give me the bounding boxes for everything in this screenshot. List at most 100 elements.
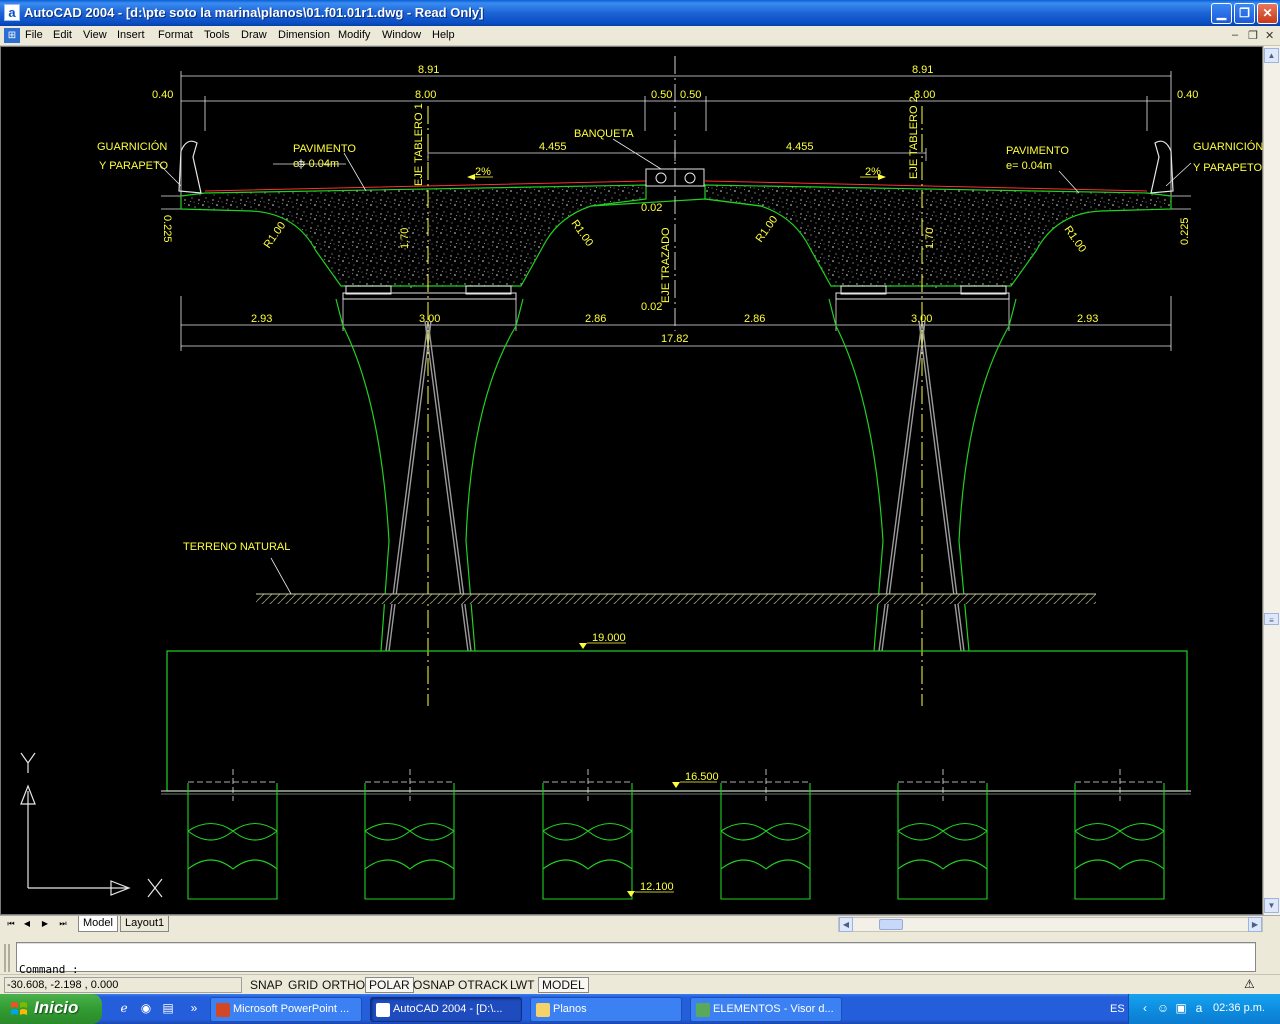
messenger-icon[interactable]: ☺ [1155, 1001, 1171, 1017]
command-line[interactable]: Command : [16, 942, 1256, 976]
powerpoint-icon [216, 1003, 230, 1017]
autocad-tray-icon[interactable]: a [1191, 1001, 1207, 1017]
lwt-toggle[interactable]: LWT [506, 977, 538, 993]
radius-right-1: R1.00 [754, 214, 781, 245]
last-tab-button[interactable]: ⏭ [56, 917, 70, 931]
menu-format[interactable]: Format [158, 29, 193, 41]
restore-button[interactable]: ❐ [1234, 3, 1255, 24]
menu-edit[interactable]: Edit [53, 29, 72, 41]
menu-window[interactable]: Window [382, 29, 421, 41]
dim-800-left: 8.00 [415, 89, 436, 101]
clock: 02:36 p.m. [1213, 1002, 1265, 1014]
dim-4455-left: 4.455 [539, 141, 567, 153]
task-planos[interactable]: Planos [530, 997, 682, 1022]
osnap-toggle[interactable]: OSNAP [409, 977, 459, 993]
prev-tab-button[interactable]: ◀ [20, 917, 34, 931]
dim-040-left: 0.40 [152, 89, 173, 101]
parapet-left [178, 140, 202, 194]
dim-891-left: 8.91 [418, 64, 439, 76]
task-powerpoint[interactable]: Microsoft PowerPoint ... [210, 997, 362, 1022]
next-tab-button[interactable]: ▶ [38, 917, 52, 931]
dim-4455-right: 4.455 [786, 141, 814, 153]
network-icon[interactable]: ▣ [1173, 1001, 1189, 1017]
elevation-12100: 12.100 [640, 881, 674, 893]
dim-total: 17.82 [661, 333, 689, 345]
tab-layout1[interactable]: Layout1 [120, 916, 170, 932]
command-grip[interactable] [4, 944, 10, 972]
menu-view[interactable]: View [83, 29, 107, 41]
scroll-thumb[interactable]: ≡ [1264, 613, 1279, 625]
layout-tabs-row: ⏮ ◀ ▶ ⏭ Model Layout1 ◀ ▶ [0, 915, 1280, 932]
tab-model[interactable]: Model [78, 916, 118, 932]
coordinate-display[interactable]: -30.608, -2.198 , 0.000 [4, 977, 242, 993]
menu-draw[interactable]: Draw [241, 29, 267, 41]
menu-file[interactable]: File [25, 29, 43, 41]
label-eje-trazado: EJE TRAZADO [660, 227, 672, 303]
taskbar: Inicio ℯ ◉ ▤ » Microsoft PowerPoint ... … [0, 994, 1280, 1024]
folder-icon [536, 1003, 550, 1017]
radius-right-2: R1.00 [1062, 224, 1089, 255]
scroll-down-button[interactable]: ▼ [1264, 898, 1279, 913]
start-button[interactable]: Inicio [0, 994, 102, 1024]
quicklaunch-expand-icon[interactable]: » [186, 1001, 202, 1017]
task-autocad[interactable]: AutoCAD 2004 - [D:\... [370, 997, 522, 1022]
dim-170-left: 1.70 [399, 228, 411, 249]
grid-toggle[interactable]: GRID [284, 977, 322, 993]
menu-insert[interactable]: Insert [117, 29, 145, 41]
menu-modify[interactable]: Modify [338, 29, 370, 41]
horizontal-scrollbar[interactable]: ◀ ▶ [838, 917, 1263, 932]
menu-bar: ⊞ File Edit View Insert Format Tools Dra… [0, 26, 1280, 46]
dim-286-left: 2.86 [585, 313, 606, 325]
bearings [342, 285, 1010, 300]
radius-left-2: R1.00 [569, 218, 596, 249]
label-eje-tablero-2: EJE TABLERO 2 [908, 96, 920, 179]
doc-minimize-button[interactable]: – [1232, 29, 1238, 41]
dim-300-left: 3.00 [419, 313, 440, 325]
menu-help[interactable]: Help [432, 29, 455, 41]
slope-right: 2% [865, 166, 881, 178]
doc-close-button[interactable]: ✕ [1265, 29, 1274, 42]
scroll-right-button[interactable]: ▶ [1248, 917, 1262, 932]
task-elementos-visor[interactable]: ELEMENTOS - Visor d... [690, 997, 842, 1022]
polar-toggle[interactable]: POLAR [365, 977, 414, 993]
deck-section-right [704, 184, 1172, 287]
scroll-up-button[interactable]: ▲ [1264, 48, 1279, 63]
menu-dimension[interactable]: Dimension [278, 29, 330, 41]
hscroll-thumb[interactable] [879, 919, 903, 930]
dim-002-top: 0.02 [641, 202, 662, 214]
title-bar: a AutoCAD 2004 - [d:\pte soto la marina\… [0, 0, 1280, 26]
elevation-16500: 16.500 [685, 771, 719, 783]
autocad-icon [376, 1003, 390, 1017]
label-parapeto-right: Y PARAPETO [1193, 162, 1263, 174]
first-tab-button[interactable]: ⏮ [4, 917, 18, 931]
otrack-toggle[interactable]: OTRACK [454, 977, 512, 993]
minimize-button[interactable]: ▁ [1211, 3, 1232, 24]
document-icon[interactable]: ⊞ [4, 28, 20, 43]
menu-tools[interactable]: Tools [204, 29, 230, 41]
footing [166, 650, 1188, 792]
label-terreno-natural: TERRENO NATURAL [183, 541, 290, 553]
model-toggle[interactable]: MODEL [538, 977, 589, 993]
doc-restore-button[interactable]: ❐ [1248, 29, 1258, 42]
system-tray: ‹ ☺ ▣ a 02:36 p.m. [1128, 994, 1280, 1024]
communication-center-icon[interactable]: ⚠ [1244, 977, 1260, 992]
language-indicator[interactable]: ES [1110, 1003, 1125, 1015]
snap-toggle[interactable]: SNAP [246, 977, 287, 993]
label-parapeto-left: Y PARAPETO [99, 160, 169, 172]
close-button[interactable]: ✕ [1257, 3, 1278, 24]
autocad-app-icon[interactable]: a [4, 4, 20, 21]
elevation-markers [467, 174, 886, 897]
firefox-quicklaunch-icon[interactable]: ◉ [138, 1001, 154, 1017]
elevation-19000: 19.000 [592, 632, 626, 644]
tray-expand-icon[interactable]: ‹ [1137, 1001, 1153, 1017]
label-pavimento-left: PAVIMENTO [293, 143, 356, 155]
ie-quicklaunch-icon[interactable]: ℯ [116, 1001, 132, 1017]
vertical-scrollbar[interactable]: ▲ ≡ ▼ [1263, 46, 1280, 915]
terreno-natural [256, 594, 1096, 604]
drawing-canvas[interactable]: 8.91 8.91 0.40 0.40 8.00 8.00 0.50 0.50 … [0, 46, 1263, 915]
dim-293-right: 2.93 [1077, 313, 1098, 325]
ortho-toggle[interactable]: ORTHO [318, 977, 369, 993]
scroll-left-button[interactable]: ◀ [839, 917, 853, 932]
folder-quicklaunch-icon[interactable]: ▤ [160, 1001, 176, 1017]
dim-050-left: 0.50 [651, 89, 672, 101]
